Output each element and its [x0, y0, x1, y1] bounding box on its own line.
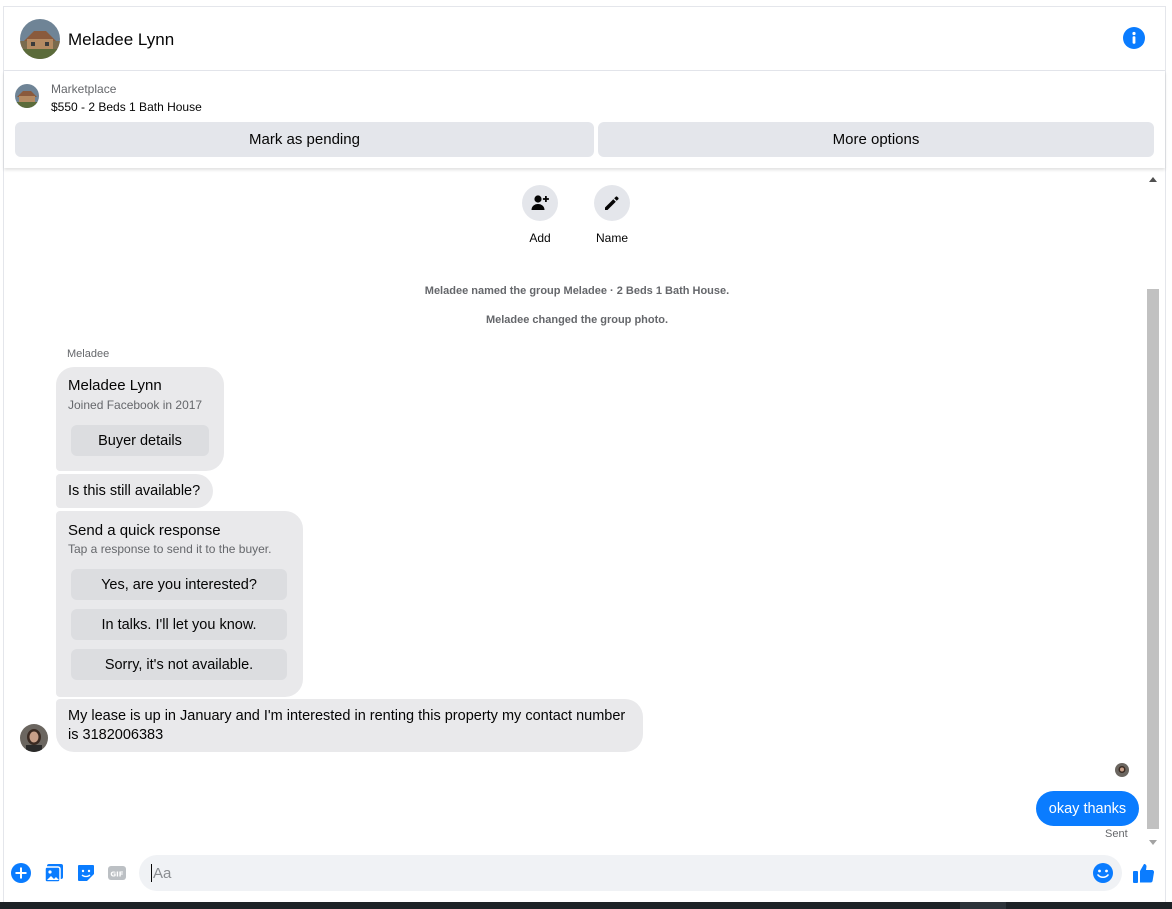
message-placeholder: Aa — [153, 865, 172, 882]
listing-thumbnail — [15, 84, 39, 108]
marketplace-label: Marketplace — [51, 82, 117, 96]
taskbar-strip — [0, 902, 1172, 909]
quick-response-option[interactable]: Yes, are you interested? — [71, 569, 287, 600]
marketplace-bar: Marketplace $550 - 2 Beds 1 Bath House M… — [4, 71, 1165, 168]
message-bubble[interactable]: Is this still available? — [56, 474, 213, 508]
sent-message-bubble[interactable]: okay thanks — [1036, 791, 1139, 826]
plus-circle-icon[interactable] — [10, 862, 32, 884]
gif-label: GIF — [110, 871, 123, 879]
quick-response-option[interactable]: Sorry, it's not available. — [71, 649, 287, 680]
buyer-card: Meladee Lynn Joined Facebook in 2017 Buy… — [56, 367, 224, 471]
message-input[interactable]: Aa — [139, 855, 1122, 891]
sender-avatar[interactable] — [20, 724, 48, 752]
composer: GIF Aa — [4, 853, 1165, 899]
info-icon[interactable] — [1123, 27, 1145, 49]
more-options-button[interactable]: More options — [598, 122, 1154, 157]
buyer-joined: Joined Facebook in 2017 — [68, 398, 203, 412]
listing-title[interactable]: $550 - 2 Beds 1 Bath House — [51, 100, 202, 114]
quick-response-title: Send a quick response — [68, 522, 221, 539]
name-label: Name — [595, 231, 628, 245]
quick-response-card: Send a quick response Tap a response to … — [56, 511, 303, 697]
photo-icon[interactable] — [43, 862, 65, 884]
contact-name[interactable]: Meladee Lynn — [68, 30, 174, 50]
sticker-icon[interactable] — [75, 862, 97, 884]
scroll-down-arrow[interactable] — [1149, 840, 1157, 845]
buyer-name: Meladee Lynn — [68, 377, 162, 394]
seen-avatar — [1115, 763, 1129, 777]
house-avatar[interactable] — [20, 19, 60, 59]
scroll-up-arrow[interactable] — [1149, 177, 1157, 182]
quick-response-option[interactable]: In talks. I'll let you know. — [71, 609, 287, 640]
pencil-icon[interactable] — [594, 185, 630, 221]
chat-window: Meladee Lynn Marketplace $550 - 2 Beds 1… — [3, 6, 1166, 902]
chat-header: Meladee Lynn — [4, 7, 1165, 71]
quick-response-subtitle: Tap a response to send it to the buyer. — [68, 542, 272, 556]
add-people-action[interactable]: Add — [510, 185, 570, 245]
scrollbar[interactable] — [1145, 171, 1161, 851]
system-message: Meladee named the group Meladee · 2 Beds… — [424, 285, 730, 297]
gif-icon[interactable]: GIF — [106, 862, 128, 884]
mark-as-pending-button[interactable]: Mark as pending — [15, 122, 594, 157]
emoji-icon[interactable] — [1092, 862, 1114, 884]
message-bubble[interactable]: My lease is up in January and I'm intere… — [56, 699, 643, 752]
message-status: Sent — [1105, 828, 1128, 840]
name-group-action[interactable]: Name — [582, 185, 642, 245]
text-caret — [151, 864, 152, 882]
sender-label: Meladee — [67, 348, 110, 360]
add-label: Add — [529, 231, 551, 245]
system-message: Meladee changed the group photo. — [485, 314, 669, 326]
buyer-details-button[interactable]: Buyer details — [71, 425, 209, 456]
add-person-icon[interactable] — [522, 185, 558, 221]
thumbs-up-icon[interactable] — [1132, 861, 1156, 885]
scroll-thumb[interactable] — [1147, 289, 1159, 829]
